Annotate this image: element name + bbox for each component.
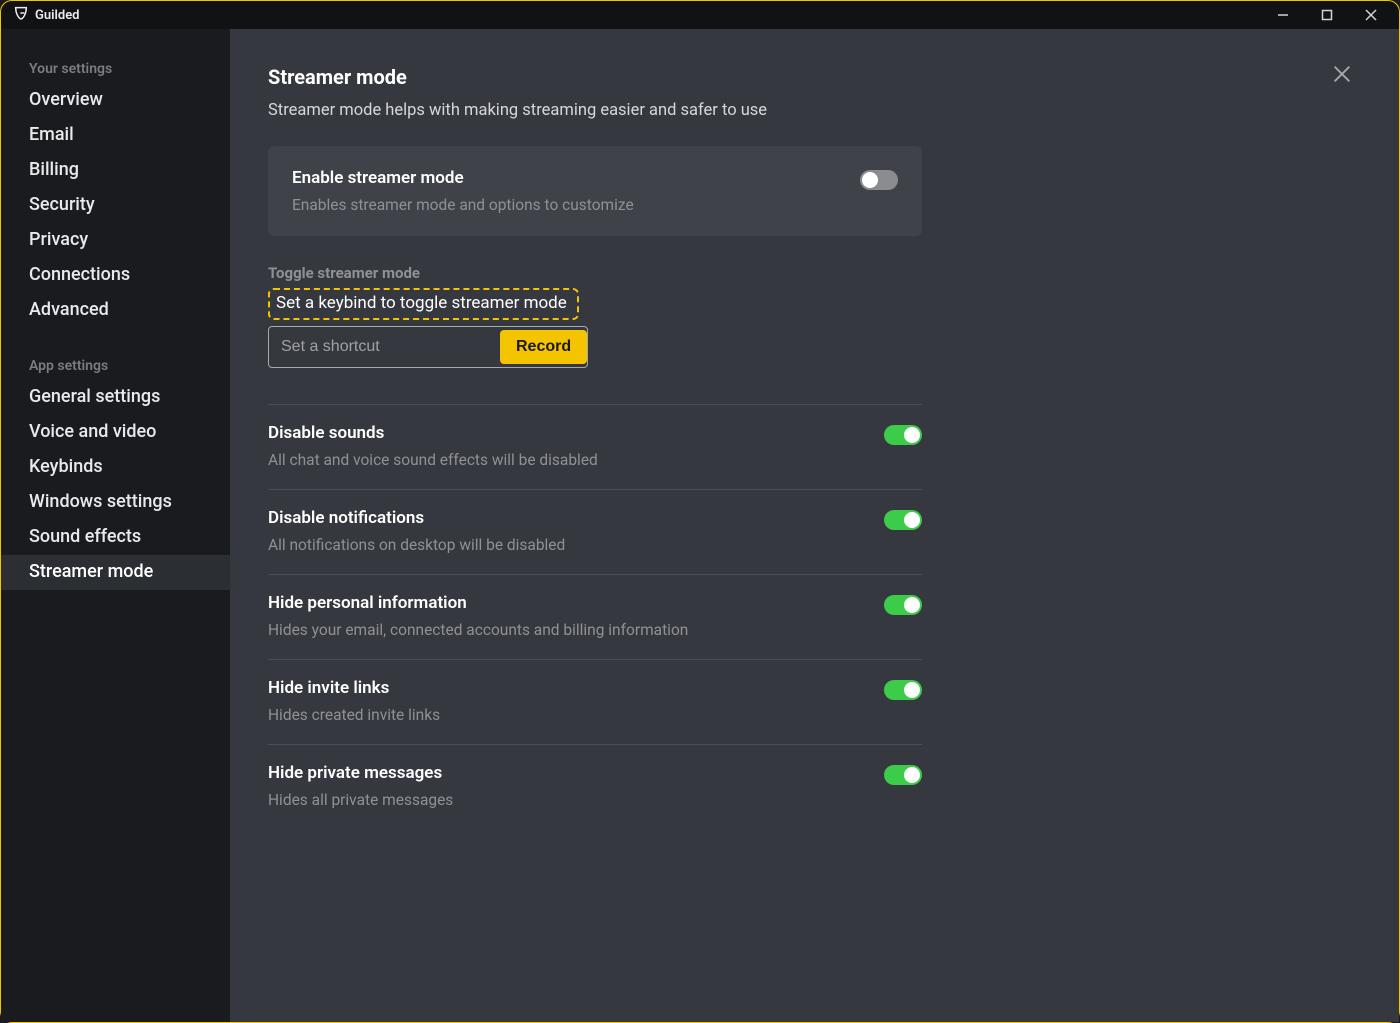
guilded-logo-icon (13, 5, 29, 25)
window-maximize-button[interactable] (1307, 1, 1347, 29)
sidebar-item-security[interactable]: Security (1, 188, 230, 223)
option-row: Hide invite links Hides created invite li… (268, 659, 922, 744)
enable-streamer-mode-toggle[interactable] (860, 170, 898, 190)
keybind-row: Record (268, 326, 588, 368)
page-title: Streamer mode (268, 65, 922, 89)
sidebar-item-voice-video[interactable]: Voice and video (1, 415, 230, 450)
sidebar-section-your-settings: Your settings (1, 53, 230, 83)
option-description: Hides your email, connected accounts and… (268, 621, 868, 639)
sidebar-item-sound-effects[interactable]: Sound effects (1, 520, 230, 555)
option-description: All chat and voice sound effects will be… (268, 451, 868, 469)
window-close-button[interactable] (1351, 1, 1391, 29)
window-controls (1263, 1, 1391, 29)
option-toggle[interactable] (884, 510, 922, 530)
enable-streamer-mode-title: Enable streamer mode (292, 168, 844, 188)
sidebar-section-app-settings: App settings (1, 350, 230, 380)
sidebar-item-advanced[interactable]: Advanced (1, 293, 230, 328)
option-description: Hides created invite links (268, 706, 868, 724)
option-row: Disable sounds All chat and voice sound e… (268, 404, 922, 489)
option-description: Hides all private messages (268, 791, 868, 809)
sidebar-item-billing[interactable]: Billing (1, 153, 230, 188)
enable-streamer-mode-description: Enables streamer mode and options to cus… (292, 196, 844, 214)
sidebar-item-streamer-mode[interactable]: Streamer mode (1, 555, 230, 590)
sidebar-item-privacy[interactable]: Privacy (1, 223, 230, 258)
option-toggle[interactable] (884, 765, 922, 785)
sidebar-item-windows-settings[interactable]: Windows settings (1, 485, 230, 520)
option-row: Disable notifications All notifications o… (268, 489, 922, 574)
settings-content: Streamer mode Streamer mode helps with m… (230, 29, 1399, 1022)
option-title: Hide personal information (268, 593, 868, 613)
close-settings-button[interactable] (1331, 63, 1353, 89)
app-name: Guilded (35, 8, 80, 23)
settings-sidebar: Your settings Overview Email Billing Sec… (1, 29, 230, 1022)
page-subtitle: Streamer mode helps with making streamin… (268, 101, 922, 120)
sidebar-item-keybinds[interactable]: Keybinds (1, 450, 230, 485)
option-toggle[interactable] (884, 425, 922, 445)
option-toggle[interactable] (884, 680, 922, 700)
sidebar-item-overview[interactable]: Overview (1, 83, 230, 118)
option-description: All notifications on desktop will be dis… (268, 536, 868, 554)
sidebar-item-general-settings[interactable]: General settings (1, 380, 230, 415)
option-title: Disable sounds (268, 423, 868, 443)
window-titlebar: Guilded (1, 1, 1399, 29)
enable-streamer-mode-card: Enable streamer mode Enables streamer mo… (268, 146, 922, 236)
option-title: Hide private messages (268, 763, 868, 783)
keybind-section-label: Toggle streamer mode (268, 264, 922, 282)
sidebar-item-connections[interactable]: Connections (1, 258, 230, 293)
sidebar-item-email[interactable]: Email (1, 118, 230, 153)
option-title: Hide invite links (268, 678, 868, 698)
keybind-instruction-highlight: Set a keybind to toggle streamer mode (268, 288, 579, 320)
option-row: Hide personal information Hides your emai… (268, 574, 922, 659)
window-minimize-button[interactable] (1263, 1, 1303, 29)
keybind-record-button[interactable]: Record (500, 330, 587, 364)
app-brand: Guilded (13, 5, 80, 25)
option-title: Disable notifications (268, 508, 868, 528)
option-row: Hide private messages Hides all private m… (268, 744, 922, 829)
keybind-shortcut-input[interactable] (269, 327, 500, 367)
option-toggle[interactable] (884, 595, 922, 615)
